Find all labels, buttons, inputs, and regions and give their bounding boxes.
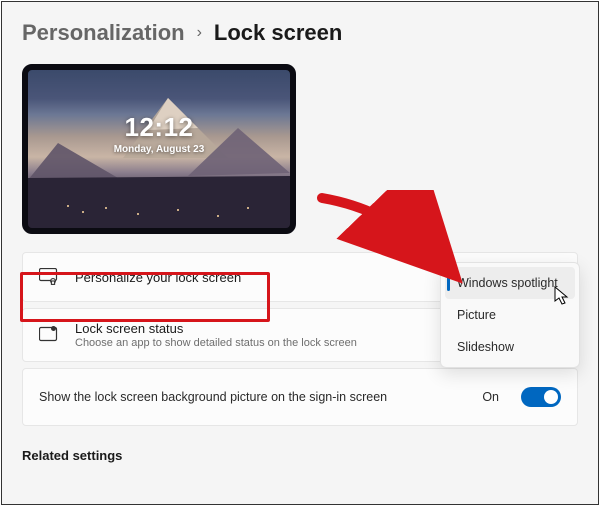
breadcrumb: Personalization › Lock screen (22, 20, 578, 46)
preview-date: Monday, August 23 (28, 144, 290, 155)
chevron-right-icon: › (197, 24, 202, 42)
status-dot-icon (39, 325, 59, 345)
status-subtitle: Choose an app to show detailed status on… (75, 337, 357, 349)
signin-picture-row: Show the lock screen background picture … (22, 368, 578, 426)
preview-time: 12:12 (28, 112, 290, 143)
toggle-state-text: On (482, 390, 499, 404)
dropdown-item-spotlight[interactable]: Windows spotlight (445, 267, 575, 299)
personalize-dropdown: Windows spotlight Picture Slideshow (440, 262, 580, 368)
breadcrumb-parent[interactable]: Personalization (22, 20, 185, 46)
personalize-title: Personalize your lock screen (75, 270, 241, 285)
toggle-label: Show the lock screen background picture … (39, 390, 466, 404)
picture-lock-icon (39, 267, 59, 287)
lockscreen-preview: 12:12 Monday, August 23 (22, 64, 296, 234)
status-title: Lock screen status (75, 321, 357, 336)
dropdown-item-slideshow[interactable]: Slideshow (445, 331, 575, 363)
dropdown-item-picture[interactable]: Picture (445, 299, 575, 331)
related-settings-heading: Related settings (22, 448, 578, 463)
page-title: Lock screen (214, 20, 342, 46)
toggle-switch[interactable] (521, 387, 561, 407)
settings-page: Personalization › Lock screen 12:12 Mond… (1, 1, 599, 505)
